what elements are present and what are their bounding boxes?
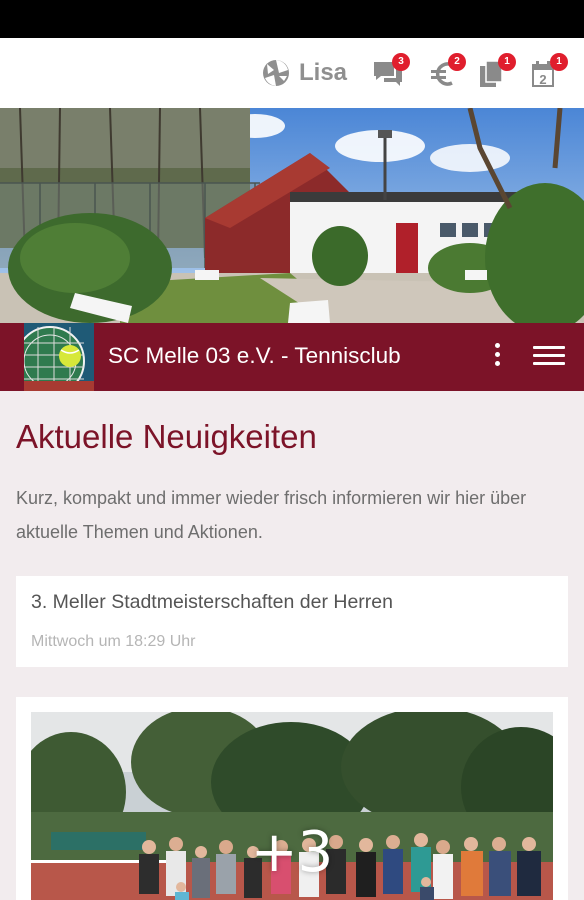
club-bar: SC Melle 03 e.V. - Tennisclub [0, 323, 584, 391]
payments-badge: 2 [448, 53, 466, 71]
gallery-photo[interactable]: +3 [31, 712, 553, 900]
news-item[interactable]: 3. Meller Stadtmeisterschaften der Herre… [16, 576, 568, 667]
photo-card[interactable]: +3 [16, 697, 568, 900]
chat-badge: 3 [392, 53, 410, 71]
more-options-icon[interactable] [490, 343, 504, 371]
calendar-badge: 1 [550, 53, 568, 71]
documents-button[interactable]: 1 [478, 53, 516, 89]
tennis-ball-icon [24, 323, 94, 391]
intro-text: Kurz, kompakt und immer wieder frisch in… [16, 488, 527, 542]
more-photos-count: +3 [250, 820, 334, 885]
menu-icon[interactable] [533, 346, 565, 368]
page-title: Aktuelle Neuigkeiten [16, 418, 317, 455]
user-avatar-icon [263, 60, 289, 86]
club-title: SC Melle 03 e.V. - Tennisclub [108, 343, 401, 368]
news-title: 3. Meller Stadtmeisterschaften der Herre… [31, 591, 393, 613]
user-menu[interactable]: Lisa [262, 58, 347, 88]
news-date: Mittwoch um 18:29 Uhr [31, 633, 196, 650]
calendar-day: 2 [539, 72, 546, 87]
club-logo[interactable] [24, 323, 94, 391]
payments-button[interactable]: 2 [428, 53, 466, 89]
top-bar: Lisa 3 2 1 2 1 [0, 38, 584, 108]
hero-image [0, 108, 584, 323]
calendar-button[interactable]: 2 1 [530, 53, 568, 89]
documents-badge: 1 [498, 53, 516, 71]
status-bar [0, 0, 584, 38]
chat-button[interactable]: 3 [372, 53, 410, 89]
user-name: Lisa [299, 59, 348, 86]
